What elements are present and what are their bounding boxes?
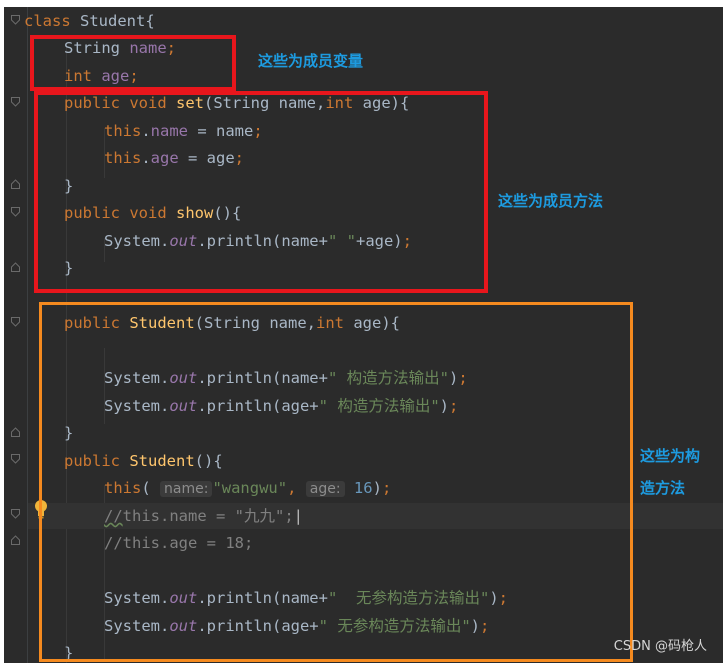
- fold-close-icon[interactable]: [11, 262, 20, 272]
- constructors-box: [39, 302, 633, 662]
- fold-open-icon[interactable]: [11, 317, 20, 327]
- fold-close-icon[interactable]: [11, 427, 20, 437]
- fold-close-icon[interactable]: [11, 179, 20, 189]
- code-text: Student{: [70, 12, 155, 30]
- member-methods-box: [34, 91, 488, 293]
- member-variables-label: 这些为成员变量: [258, 52, 364, 70]
- fold-close-icon[interactable]: [11, 535, 20, 545]
- member-methods-label: 这些为成员方法: [498, 192, 604, 210]
- fold-open-icon[interactable]: [11, 454, 20, 464]
- fold-open-icon[interactable]: [11, 15, 20, 25]
- code-line[interactable]: class Student{: [24, 9, 155, 33]
- fold-open-icon[interactable]: [11, 97, 20, 107]
- watermark: CSDN @码枪人: [613, 639, 707, 654]
- fold-open-icon[interactable]: [11, 207, 20, 217]
- gutter-separator: [27, 7, 28, 663]
- fold-open-icon[interactable]: [11, 509, 20, 519]
- constructors-label-line2: 造方法: [640, 479, 686, 497]
- member-variables-box: [30, 35, 236, 91]
- keyword: class: [24, 12, 71, 30]
- constructors-label-line1: 这些为构: [640, 447, 701, 465]
